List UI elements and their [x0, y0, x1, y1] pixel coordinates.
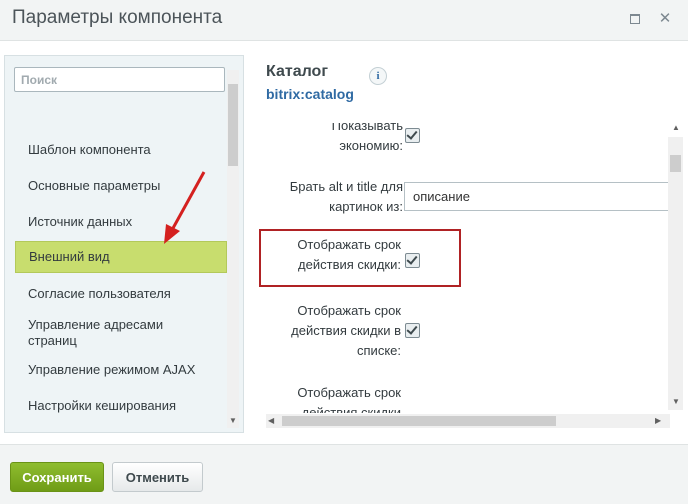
- component-code: bitrix:catalog: [266, 86, 354, 102]
- red-arrow-annotation: [164, 171, 206, 244]
- sidebar-item-url-management[interactable]: Управление адресами страниц: [15, 317, 215, 349]
- maximize-icon[interactable]: [626, 10, 644, 28]
- dialog-title: Параметры компонента: [12, 7, 223, 28]
- sidebar-item-user-consent[interactable]: Согласие пользователя: [15, 286, 227, 302]
- cancel-button[interactable]: Отменить: [112, 462, 203, 492]
- panel-title: Каталог: [266, 63, 328, 80]
- sidebar-item-component-template[interactable]: Шаблон компонента: [15, 142, 227, 158]
- setting-label: Отображать срок действия скидки в списке…: [291, 303, 401, 358]
- setting-label: Показывать экономию:: [331, 123, 403, 153]
- horizontal-scrollbar-thumb[interactable]: [282, 416, 556, 426]
- show-discount-period-list-checkbox[interactable]: [405, 323, 420, 338]
- dialog-titlebar: Параметры компонента ✕: [0, 0, 688, 41]
- sidebar-scrollbar[interactable]: ▼: [227, 70, 239, 428]
- sidebar-item-caching[interactable]: Настройки кеширования: [15, 398, 227, 414]
- info-icon[interactable]: i: [369, 67, 387, 85]
- scroll-left-icon[interactable]: ◀: [268, 416, 274, 425]
- alt-title-source-input[interactable]: описание: [404, 182, 668, 211]
- content-scrollbar-thumb[interactable]: [670, 155, 681, 172]
- sidebar-item-ajax-mode[interactable]: Управление режимом AJAX: [15, 362, 227, 378]
- close-icon[interactable]: ✕: [656, 10, 674, 28]
- search-input[interactable]: [14, 67, 225, 92]
- show-savings-checkbox[interactable]: [405, 128, 420, 143]
- highlight-box: [259, 229, 461, 287]
- content-scrollbar[interactable]: ▲ ▼: [668, 123, 683, 410]
- sidebar-scrollbar-thumb[interactable]: [228, 84, 238, 166]
- scroll-down-icon[interactable]: ▼: [672, 397, 680, 406]
- scroll-down-icon[interactable]: ▼: [228, 416, 238, 426]
- horizontal-scrollbar[interactable]: ◀ ▶: [266, 414, 670, 428]
- scroll-up-icon[interactable]: ▲: [672, 123, 680, 132]
- setting-label: Отображать срок действия скидки: [297, 385, 401, 413]
- setting-label: Брать alt и title для картинок из:: [289, 179, 403, 214]
- save-button[interactable]: Сохранить: [10, 462, 104, 492]
- scroll-right-icon[interactable]: ▶: [655, 416, 661, 425]
